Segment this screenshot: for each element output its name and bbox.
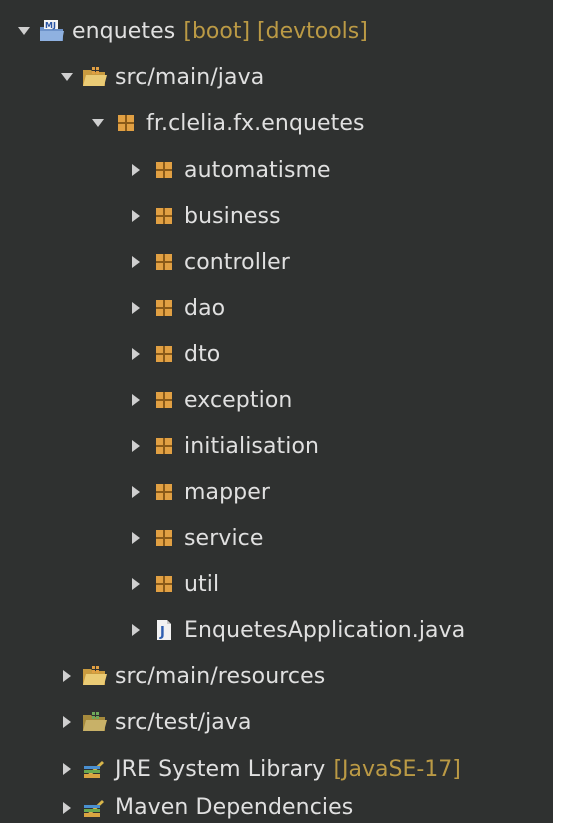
tree-item-src-main-java[interactable]: src/main/java [0, 54, 553, 100]
collapsed-arrow-icon[interactable] [126, 390, 146, 410]
tree-item-label: src/main/java [115, 64, 265, 90]
tree-item-package[interactable]: mapper [0, 469, 553, 515]
test-source-folder-icon [81, 710, 109, 734]
jre-decorations: [JavaSE-17] [333, 756, 461, 782]
tree-item-label: controller [184, 249, 290, 275]
package-icon [150, 204, 178, 228]
collapsed-arrow-icon[interactable] [126, 436, 146, 456]
tree-item-package[interactable]: business [0, 193, 553, 239]
tree-item-jre-system-library[interactable]: JRE System Library [JavaSE-17] [0, 746, 553, 792]
tree-item-label: enquetes [72, 18, 176, 44]
tree-item-package[interactable]: exception [0, 377, 553, 423]
tree-item-label: exception [184, 387, 293, 413]
tree-item-label: automatisme [184, 157, 331, 183]
tree-item-label: service [184, 525, 264, 551]
package-explorer-tree: MJ enquetes [boot] [devtools] src/main/j… [0, 0, 553, 823]
expanded-arrow-icon[interactable] [57, 67, 77, 87]
collapsed-arrow-icon[interactable] [57, 666, 77, 686]
maven-project-icon: MJ [38, 19, 66, 43]
source-folder-icon [81, 65, 109, 89]
tree-item-package[interactable]: dto [0, 331, 553, 377]
collapsed-arrow-icon[interactable] [126, 206, 146, 226]
tree-item-label: dao [184, 295, 226, 321]
package-icon [150, 434, 178, 458]
package-icon [150, 250, 178, 274]
java-file-icon: J [150, 618, 178, 642]
package-icon [150, 158, 178, 182]
package-icon [150, 480, 178, 504]
tree-item-root-package[interactable]: fr.clelia.fx.enquetes [0, 100, 553, 146]
tree-item-label: initialisation [184, 433, 320, 459]
collapsed-arrow-icon[interactable] [126, 482, 146, 502]
svg-text:MJ: MJ [45, 21, 56, 30]
tree-item-label: EnquetesApplication.java [184, 617, 466, 643]
tree-item-label: Maven Dependencies [115, 795, 354, 820]
collapsed-arrow-icon[interactable] [126, 252, 146, 272]
source-folder-icon [81, 664, 109, 688]
expanded-arrow-icon[interactable] [88, 113, 108, 133]
tree-item-package[interactable]: automatisme [0, 147, 553, 193]
tree-item-package[interactable]: controller [0, 239, 553, 285]
collapsed-arrow-icon[interactable] [57, 712, 77, 732]
tree-item-label: JRE System Library [115, 756, 326, 782]
tree-item-project[interactable]: MJ enquetes [boot] [devtools] [0, 8, 553, 54]
svg-text:J: J [159, 625, 165, 640]
collapsed-arrow-icon[interactable] [126, 298, 146, 318]
package-icon [112, 111, 140, 135]
package-icon [150, 296, 178, 320]
tree-item-label: util [184, 571, 220, 597]
tree-item-maven-dependencies[interactable]: Maven Dependencies [0, 792, 553, 823]
collapsed-arrow-icon[interactable] [57, 759, 77, 779]
collapsed-arrow-icon[interactable] [126, 528, 146, 548]
package-icon [150, 526, 178, 550]
tree-item-package[interactable]: initialisation [0, 423, 553, 469]
collapsed-arrow-icon[interactable] [126, 344, 146, 364]
tree-item-label: mapper [184, 479, 271, 505]
tree-item-label: fr.clelia.fx.enquetes [146, 110, 365, 136]
tree-item-src-main-resources[interactable]: src/main/resources [0, 653, 553, 699]
tree-item-label: dto [184, 341, 221, 367]
collapsed-arrow-icon[interactable] [126, 574, 146, 594]
tree-item-java-file[interactable]: J EnquetesApplication.java [0, 607, 553, 653]
expanded-arrow-icon[interactable] [14, 21, 34, 41]
package-icon [150, 572, 178, 596]
tree-item-package[interactable]: dao [0, 285, 553, 331]
tree-item-package[interactable]: service [0, 515, 553, 561]
project-decorations: [boot] [devtools] [183, 18, 368, 44]
package-icon [150, 388, 178, 412]
collapsed-arrow-icon[interactable] [57, 798, 77, 818]
tree-item-package[interactable]: util [0, 561, 553, 607]
tree-item-label: src/main/resources [115, 663, 326, 689]
library-icon [81, 796, 109, 820]
collapsed-arrow-icon[interactable] [126, 620, 146, 640]
tree-item-label: business [184, 203, 281, 229]
tree-item-label: src/test/java [115, 709, 252, 735]
collapsed-arrow-icon[interactable] [126, 160, 146, 180]
tree-item-src-test-java[interactable]: src/test/java [0, 699, 553, 745]
library-icon [81, 757, 109, 781]
package-icon [150, 342, 178, 366]
